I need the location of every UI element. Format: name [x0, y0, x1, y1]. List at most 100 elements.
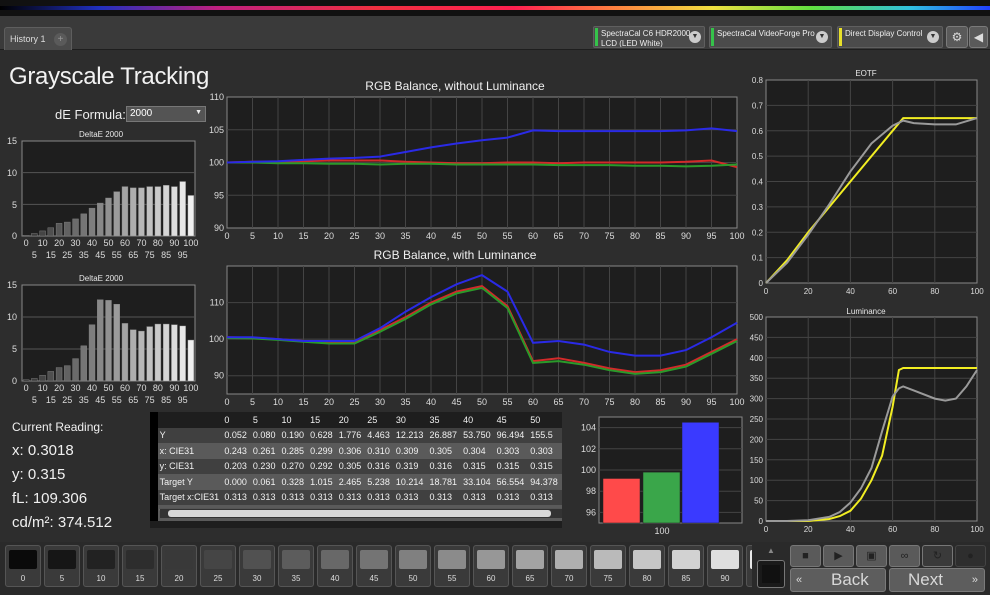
patch-45[interactable]: 45	[356, 545, 392, 587]
y-tick-label: 0	[12, 231, 17, 241]
loop-icon: ∞	[900, 550, 909, 562]
loop-button[interactable]: ∞	[889, 545, 920, 567]
refresh-button[interactable]: ↻	[922, 545, 953, 567]
patch-75[interactable]: 75	[590, 545, 626, 587]
rgb-level-bar	[602, 478, 641, 524]
deltae-bar	[163, 323, 170, 382]
y-tick-label: 105	[209, 125, 224, 135]
add-tab-icon[interactable]: +	[54, 33, 67, 46]
next-button[interactable]: Next »	[889, 568, 985, 592]
column-header: 15	[308, 412, 337, 428]
calman-window: History 1 + SpectraCal C6 HDR2000 LCD (L…	[0, 0, 990, 595]
patch-70[interactable]: 70	[551, 545, 587, 587]
record-button[interactable]: ●	[955, 545, 986, 567]
row-selector[interactable]	[150, 427, 158, 443]
patch-90[interactable]: 90	[707, 545, 743, 587]
table-cell: 0.292	[308, 458, 337, 474]
patch-35[interactable]: 35	[278, 545, 314, 587]
patch-5[interactable]: 5	[44, 545, 80, 587]
y-tick-label: 104	[581, 423, 596, 433]
settings-button[interactable]: ⚙	[946, 26, 968, 48]
table-horizontal-scrollbar[interactable]	[160, 508, 562, 518]
deltae-bar	[47, 371, 54, 382]
display-device-selector[interactable]: Direct Display Control ▼	[837, 26, 943, 48]
table-cell: 0.304	[461, 443, 495, 459]
patch-label: 80	[642, 574, 652, 583]
patch-label: 65	[525, 574, 535, 583]
patch-60[interactable]: 60	[473, 545, 509, 587]
row-selector[interactable]	[150, 489, 158, 505]
scrollbar-thumb[interactable]	[168, 510, 551, 517]
rgb-y-ticks: 90 95 100 105 110	[209, 92, 224, 233]
x-tick-label: 80	[153, 383, 163, 393]
x-tick-label: 85	[161, 250, 171, 260]
table-row[interactable]: Target Y 0.000 0.061 0.328 1.015 2.465 5.238 10…	[150, 474, 562, 490]
save-icon: ▣	[866, 550, 877, 562]
x-tick-label: 50	[103, 383, 113, 393]
table-cell: 0.315	[461, 458, 495, 474]
patch-50[interactable]: 50	[395, 545, 431, 587]
patch-swatch	[633, 550, 661, 569]
table-cell: 0.313	[427, 489, 462, 505]
history-tab[interactable]: History 1 +	[4, 27, 72, 50]
patch-10[interactable]: 10	[83, 545, 119, 587]
x-tick-label: 45	[451, 231, 461, 241]
deltae-bar	[146, 326, 153, 382]
chevron-down-icon: ▼	[816, 31, 828, 43]
patch-0[interactable]: 0	[5, 545, 41, 587]
x-tick-label: 50	[477, 397, 487, 407]
patch-swatch	[9, 550, 37, 569]
rgb-level-bar	[681, 422, 720, 524]
patch-swatch	[516, 550, 544, 569]
device-status-stripe	[595, 28, 598, 46]
row-selector[interactable]	[150, 443, 158, 459]
patch-swatch	[672, 550, 700, 569]
table-row[interactable]: Target x:CIE31 0.313 0.313 0.313 0.313 0.313 0…	[150, 489, 562, 505]
patch-swatch	[321, 550, 349, 569]
patch-15[interactable]: 15	[122, 545, 158, 587]
patch-30[interactable]: 30	[239, 545, 275, 587]
patch-label: 90	[720, 574, 730, 583]
back-button[interactable]: « Back	[790, 568, 886, 592]
play-button[interactable]: ▶	[823, 545, 854, 567]
patch-80[interactable]: 80	[629, 545, 665, 587]
column-header: 50	[528, 412, 562, 428]
row-selector[interactable]	[150, 505, 158, 521]
x-tick-label: 20	[804, 525, 813, 534]
deltae-bar	[55, 223, 63, 237]
patch-65[interactable]: 65	[512, 545, 548, 587]
collapse-button[interactable]: ◀	[969, 26, 988, 48]
table-cell: 33.104	[461, 474, 495, 490]
x-tick-label: 85	[655, 231, 665, 241]
x-tick-label: 45	[95, 250, 105, 260]
patch-85[interactable]: 85	[668, 545, 704, 587]
deltae-bar	[88, 324, 96, 382]
formula-select[interactable]: 2000 ▼	[126, 106, 206, 122]
y-tick-label: 200	[750, 435, 764, 444]
row-selector[interactable]	[150, 474, 158, 490]
table-row[interactable]: Y 0.052 0.080 0.190 0.628 1.776 4.463 12.213 26.…	[150, 427, 562, 443]
next-label: Next	[908, 570, 943, 589]
stop-button[interactable]: ■	[790, 545, 821, 567]
table-cell: 0.310	[365, 443, 394, 459]
y-tick-label: 100	[581, 465, 596, 475]
patch-20[interactable]: 20	[161, 545, 197, 587]
meter-device-selector[interactable]: SpectraCal C6 HDR2000 LCD (LED White) ▼	[593, 26, 705, 48]
table-cell: 0.313	[308, 489, 337, 505]
rgb-lum-x-ticks: 0 5 10 15 20 25 30 35 40 45 50 55 60 65 70 75 80 85 90 95 10…	[224, 397, 744, 407]
eotf-x-ticks: 0 20 40 60 80 100	[764, 287, 984, 296]
table-row[interactable]: y: CIE31 0.203 0.230 0.270 0.292 0.305 0.316 0.…	[150, 458, 562, 474]
patch-label: 10	[96, 574, 106, 583]
table-cell: 155.5	[528, 427, 562, 443]
pattern-device-selector[interactable]: SpectraCal VideoForge Pro ▼	[709, 26, 832, 48]
x-tick-label: 55	[502, 397, 512, 407]
save-button[interactable]: ▣	[856, 545, 887, 567]
row-selector[interactable]	[150, 458, 158, 474]
table-row[interactable]: x: CIE31 0.243 0.261 0.285 0.299 0.306 0.310 0.…	[150, 443, 562, 459]
patch-25[interactable]: 25	[200, 545, 236, 587]
chevron-up-icon[interactable]: ▲	[760, 546, 782, 556]
patch-55[interactable]: 55	[434, 545, 470, 587]
row-selector[interactable]	[150, 412, 158, 428]
table-cell: 0.190	[279, 427, 309, 443]
patch-40[interactable]: 40	[317, 545, 353, 587]
